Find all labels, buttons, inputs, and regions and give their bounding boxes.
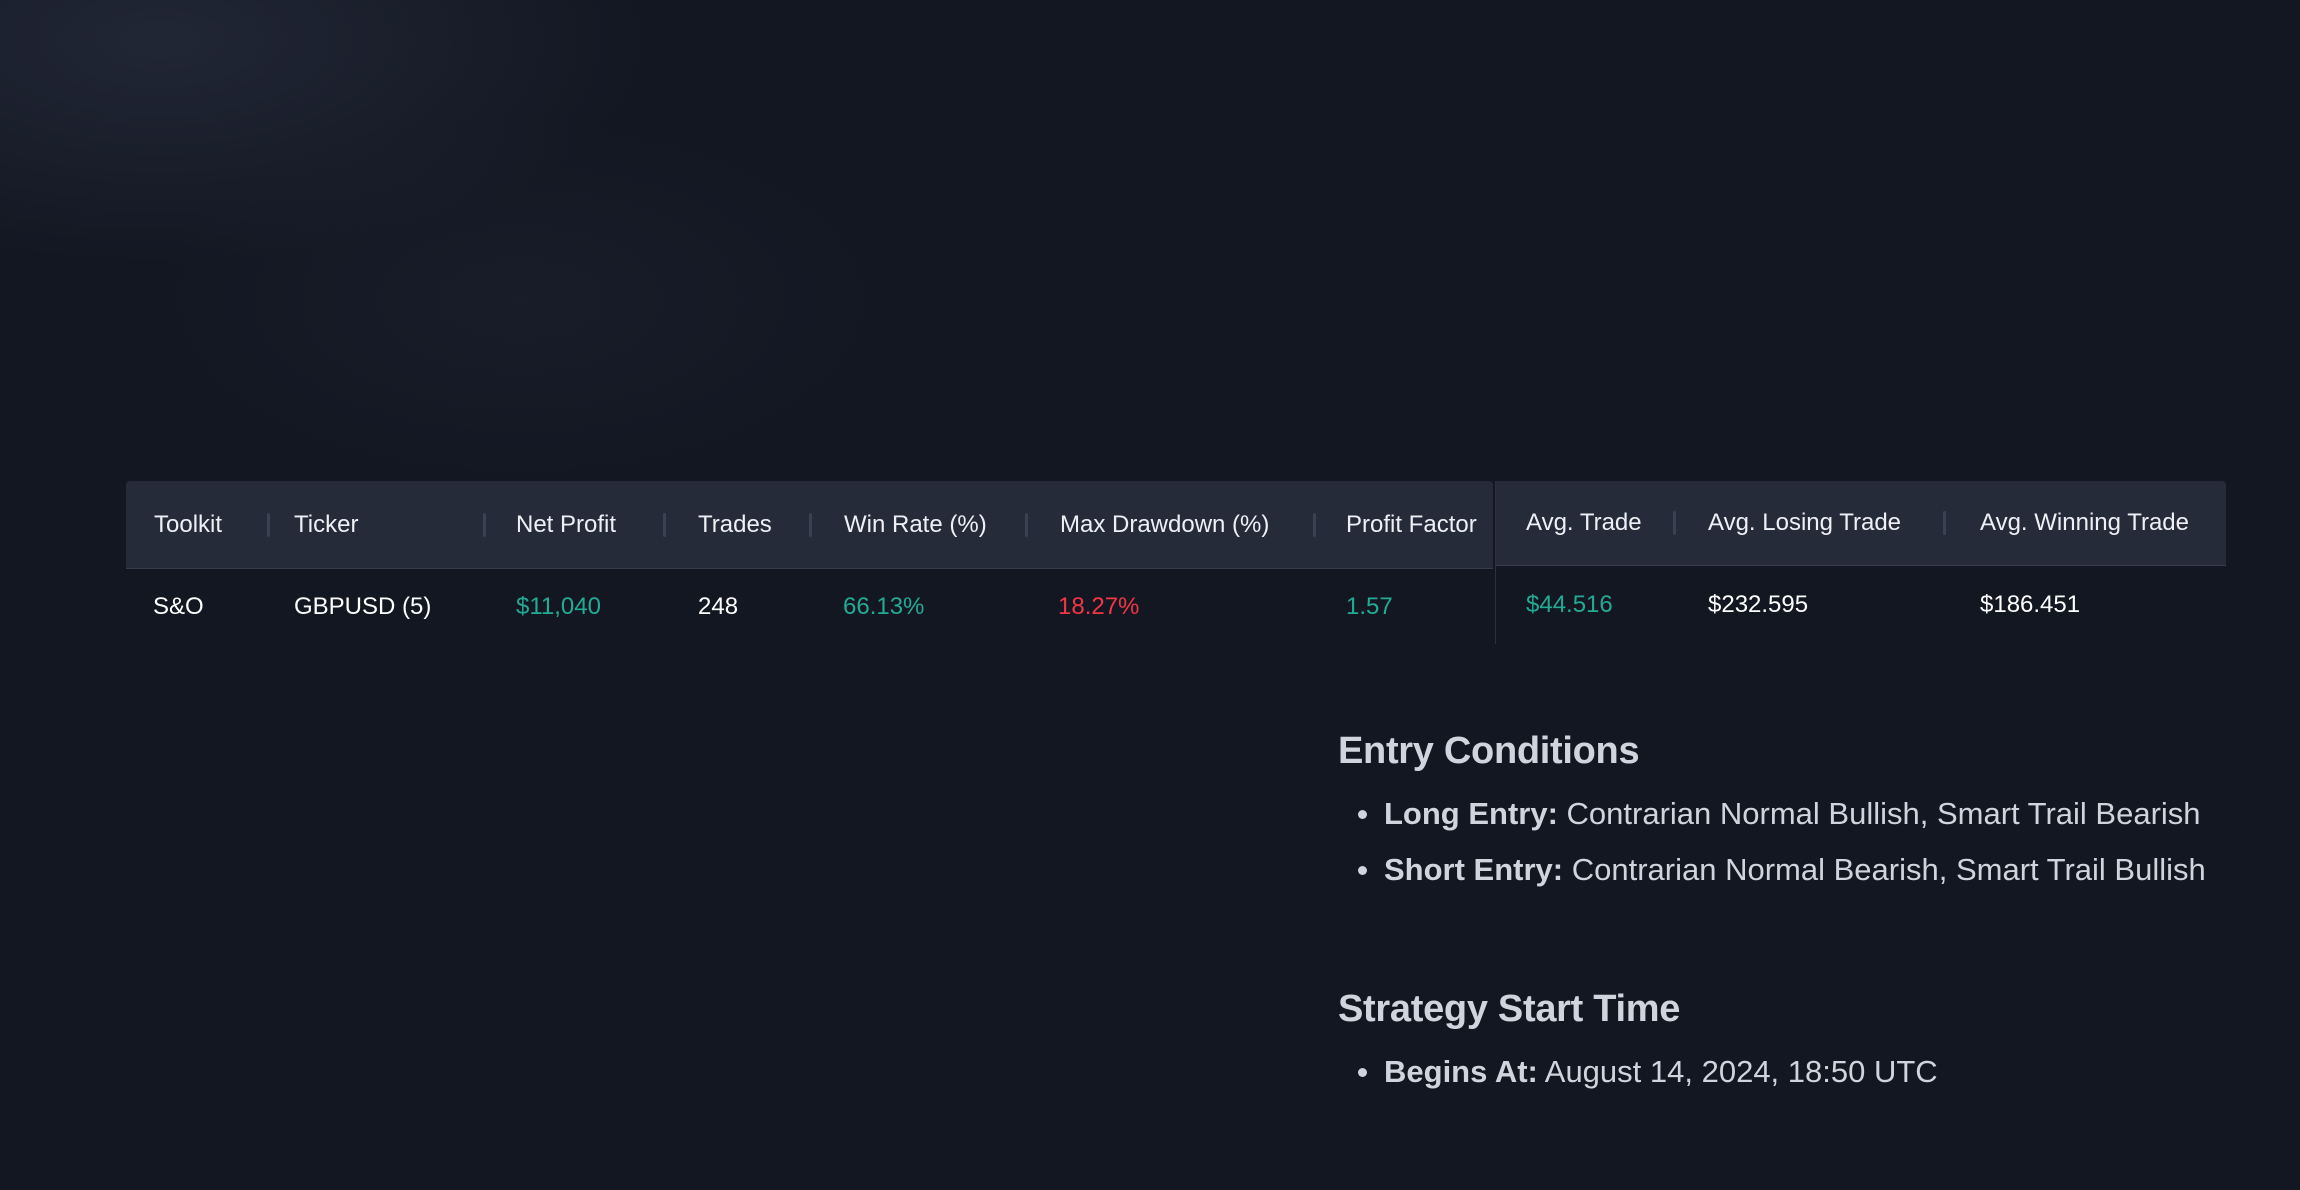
stats-header-row-averages: Avg. Trade Avg. Losing Trade Avg. Winnin… — [1496, 481, 2226, 566]
entry-conditions-list: Long Entry: Contrarian Normal Bullish, S… — [1338, 794, 2238, 890]
strategy-stats-table: Toolkit Ticker Net Profit Trades Win Rat… — [126, 481, 2226, 644]
cell-max-drawdown: 18.27% — [1058, 592, 1140, 620]
cell-win-rate: 66.13% — [843, 592, 925, 620]
header-max-drawdown[interactable]: Max Drawdown (%) — [1028, 511, 1316, 539]
strategy-details: Entry Conditions Long Entry: Contrarian … — [1338, 730, 2238, 1092]
header-avg-losing-trade[interactable]: Avg. Losing Trade — [1676, 509, 1946, 537]
cell-avg-losing-trade: $232.595 — [1708, 591, 1809, 618]
list-item-label: Long Entry: — [1384, 796, 1558, 831]
list-item: Begins At: August 14, 2024, 18:50 UTC — [1338, 1052, 2238, 1092]
strategy-start-heading: Strategy Start Time — [1338, 988, 1681, 1030]
page: Toolkit Ticker Net Profit Trades Win Rat… — [0, 0, 2300, 1190]
header-toolkit[interactable]: Toolkit — [126, 511, 270, 539]
table-row: S&O GBPUSD (5) $11,040 248 66.13% 18.27%… — [126, 569, 1493, 644]
list-item: Short Entry: Contrarian Normal Bearish, … — [1338, 850, 2238, 890]
bullet-icon — [1358, 810, 1367, 819]
list-item-text: August 14, 2024, 18:50 UTC — [1544, 1054, 1938, 1089]
header-win-rate[interactable]: Win Rate (%) — [812, 511, 1028, 539]
list-item: Long Entry: Contrarian Normal Bullish, S… — [1338, 794, 2238, 834]
list-item-label: Begins At: — [1384, 1054, 1538, 1089]
cell-avg-winning-trade: $186.451 — [1980, 591, 2081, 618]
header-profit-factor[interactable]: Profit Factor — [1316, 511, 1493, 539]
list-item-text: Contrarian Normal Bearish, Smart Trail B… — [1571, 852, 2206, 887]
cell-net-profit: $11,040 — [516, 592, 601, 620]
header-avg-trade[interactable]: Avg. Trade — [1496, 509, 1676, 537]
stats-header-row: Toolkit Ticker Net Profit Trades Win Rat… — [126, 481, 1493, 569]
bullet-icon — [1358, 866, 1367, 875]
entry-conditions-section: Entry Conditions Long Entry: Contrarian … — [1338, 730, 2238, 890]
list-item-label: Short Entry: — [1384, 852, 1564, 887]
strategy-start-list: Begins At: August 14, 2024, 18:50 UTC — [1338, 1052, 2238, 1092]
header-trades[interactable]: Trades — [666, 511, 812, 539]
bullet-icon — [1358, 1068, 1367, 1077]
cell-toolkit: S&O — [153, 592, 204, 620]
header-avg-winning-trade[interactable]: Avg. Winning Trade — [1946, 509, 2226, 537]
list-item-text: Contrarian Normal Bullish, Smart Trail B… — [1566, 796, 2201, 831]
stats-panel-main: Toolkit Ticker Net Profit Trades Win Rat… — [126, 481, 1493, 644]
header-net-profit[interactable]: Net Profit — [486, 511, 666, 539]
table-row: $44.516 $232.595 $186.451 — [1496, 566, 2226, 644]
entry-conditions-heading: Entry Conditions — [1338, 730, 1640, 772]
cell-avg-trade: $44.516 — [1526, 591, 1613, 618]
stats-panel-averages: Avg. Trade Avg. Losing Trade Avg. Winnin… — [1495, 481, 2226, 644]
header-ticker[interactable]: Ticker — [270, 511, 486, 539]
strategy-start-section: Strategy Start Time Begins At: August 14… — [1338, 988, 2238, 1092]
cell-profit-factor: 1.57 — [1346, 592, 1393, 620]
cell-trades: 248 — [698, 592, 739, 620]
cell-ticker: GBPUSD (5) — [294, 592, 432, 620]
